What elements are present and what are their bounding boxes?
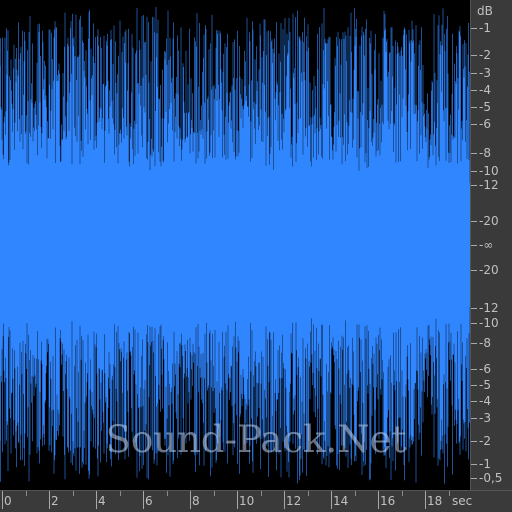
db-label: -10 — [479, 164, 499, 178]
db-tick — [471, 221, 477, 222]
db-tick — [471, 270, 477, 271]
time-minor-tick — [26, 491, 27, 496]
time-tick — [237, 491, 238, 509]
time-label: 18 — [427, 494, 443, 508]
db-tick — [471, 107, 477, 108]
db-label: -0,5 — [479, 471, 503, 485]
db-center-label: -∞ — [479, 238, 494, 252]
time-minor-tick — [167, 491, 168, 496]
db-ruler: dB -1 -2 -3 -4 -5 -6 -8 -10 -12 -20 -∞ -… — [470, 0, 512, 490]
waveform-editor: dB -1 -2 -3 -4 -5 -6 -8 -10 -12 -20 -∞ -… — [0, 0, 512, 512]
db-label: -1 — [479, 21, 491, 35]
time-tick — [284, 491, 285, 509]
time-label: 10 — [239, 494, 255, 508]
time-ruler[interactable]: 0 2 4 6 8 10 12 14 16 18 sec — [0, 490, 512, 512]
time-label: 14 — [333, 494, 349, 508]
db-label: -20 — [479, 214, 499, 228]
db-label: -3 — [479, 66, 491, 80]
time-tick — [425, 491, 426, 509]
db-tick — [471, 418, 477, 419]
db-label: -4 — [479, 394, 491, 408]
time-label: 0 — [4, 494, 12, 508]
db-label: -20 — [479, 263, 499, 277]
db-label: -5 — [479, 100, 491, 114]
db-tick — [471, 478, 477, 479]
db-label: -12 — [479, 178, 499, 192]
waveform-graph[interactable] — [0, 0, 470, 490]
db-label: -6 — [479, 362, 491, 376]
db-tick — [471, 55, 477, 56]
time-label: 12 — [286, 494, 302, 508]
waveform-trace — [0, 7, 470, 484]
db-tick — [471, 441, 477, 442]
time-label: 8 — [192, 494, 200, 508]
db-label: -5 — [479, 378, 491, 392]
db-label: -2 — [479, 434, 491, 448]
time-tick — [331, 491, 332, 509]
time-tick — [49, 491, 50, 509]
db-unit-label: dB — [477, 4, 493, 18]
time-tick — [2, 491, 3, 509]
time-label: 4 — [98, 494, 106, 508]
db-tick — [471, 153, 477, 154]
db-tick — [471, 124, 477, 125]
time-label: 2 — [51, 494, 59, 508]
db-tick — [471, 73, 477, 74]
db-label: -10 — [479, 316, 499, 330]
db-label: -3 — [479, 411, 491, 425]
time-minor-tick — [73, 491, 74, 496]
db-tick — [471, 185, 477, 186]
time-minor-tick — [402, 491, 403, 496]
time-tick — [190, 491, 191, 509]
db-tick — [471, 171, 477, 172]
db-label: -1 — [479, 457, 491, 471]
db-tick — [471, 401, 477, 402]
time-minor-tick — [120, 491, 121, 496]
waveform-view[interactable] — [0, 0, 470, 490]
time-tick — [96, 491, 97, 509]
db-label: -4 — [479, 83, 491, 97]
db-tick — [471, 369, 477, 370]
time-label: 16 — [380, 494, 396, 508]
db-tick — [471, 245, 477, 246]
db-label: -8 — [479, 336, 491, 350]
db-tick — [471, 28, 477, 29]
db-tick — [471, 308, 477, 309]
time-minor-tick — [261, 491, 262, 496]
time-unit-label: sec — [452, 494, 473, 508]
db-tick — [471, 323, 477, 324]
db-tick — [471, 343, 477, 344]
time-tick — [143, 491, 144, 509]
db-tick — [471, 464, 477, 465]
time-minor-tick — [214, 491, 215, 496]
db-label: -12 — [479, 301, 499, 315]
time-minor-tick — [449, 491, 450, 496]
db-label: -6 — [479, 117, 491, 131]
db-label: -8 — [479, 146, 491, 160]
time-tick — [378, 491, 379, 509]
db-tick — [471, 90, 477, 91]
time-label: 6 — [145, 494, 153, 508]
time-minor-tick — [308, 491, 309, 496]
db-tick — [471, 385, 477, 386]
db-label: -2 — [479, 48, 491, 62]
time-minor-tick — [355, 491, 356, 496]
